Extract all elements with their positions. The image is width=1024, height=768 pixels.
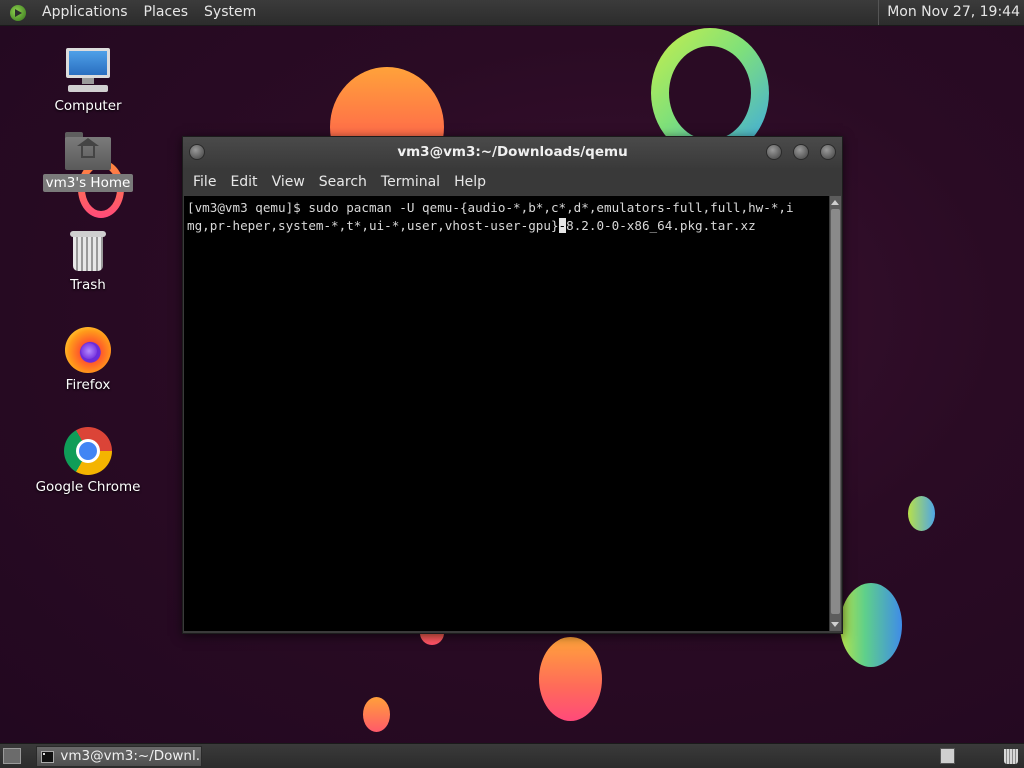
desktop-icon-label: Firefox (65, 377, 111, 393)
home-folder-icon (65, 130, 111, 170)
decor-big-blue-blob (840, 583, 902, 667)
decor-orange-bottom-blob (539, 637, 602, 721)
desktop-icon-trash[interactable]: Trash (33, 229, 143, 293)
terminal-menubar: File Edit View Search Terminal Help (183, 168, 842, 195)
scroll-up-icon[interactable] (831, 198, 840, 207)
menu-edit[interactable]: Edit (224, 174, 263, 190)
terminal-command-text: mg,pr-heper,system-*,t*,ui-*,user,vhost-… (187, 218, 559, 233)
terminal-scrollbar[interactable] (830, 196, 841, 631)
top-panel: Applications Places System Mon Nov 27, 1… (0, 0, 1024, 26)
trash-applet-icon[interactable] (1004, 749, 1018, 764)
text-cursor: - (558, 218, 567, 233)
desktop-icon-firefox[interactable]: Firefox (33, 327, 143, 393)
decor-orange-small-blob (363, 697, 390, 732)
menu-view[interactable]: View (266, 174, 311, 190)
menu-places[interactable]: Places (136, 0, 197, 25)
clock[interactable]: Mon Nov 27, 19:44 (878, 0, 1020, 25)
menu-terminal[interactable]: Terminal (375, 174, 446, 190)
terminal-titlebar[interactable]: vm3@vm3:~/Downloads/qemu (183, 137, 842, 168)
desktop-icon-label: Trash (70, 277, 106, 293)
window-menu-button[interactable] (189, 144, 205, 160)
trash-icon (69, 229, 107, 273)
show-desktop-icon[interactable] (3, 748, 21, 764)
desktop-icon-label: vm3's Home (42, 174, 134, 192)
menu-file[interactable]: File (187, 174, 222, 190)
menu-system[interactable]: System (196, 0, 264, 25)
terminal-line: mg,pr-heper,system-*,t*,ui-*,user,vhost-… (187, 217, 826, 235)
applications-menu-icon[interactable] (10, 4, 26, 21)
desktop-icon-label: Google Chrome (35, 479, 141, 495)
terminal-command-tail: 8.2.0-0-x86_64.pkg.tar.xz (566, 218, 756, 233)
bottom-panel: vm3@vm3:~/Downl... (0, 743, 1024, 768)
workspace-switcher[interactable] (940, 748, 955, 764)
taskbar-item-label: vm3@vm3:~/Downl... (60, 748, 201, 764)
terminal-icon (41, 750, 55, 763)
window-title: vm3@vm3:~/Downloads/qemu (397, 144, 628, 160)
scrollbar-thumb[interactable] (831, 209, 840, 614)
terminal-output[interactable]: [vm3@vm3 qemu]$ sudo pacman -U qemu-{aud… (184, 196, 829, 631)
menu-applications[interactable]: Applications (34, 0, 136, 25)
desktop-icon-label: Computer (54, 98, 122, 114)
decor-small-blue-blob (908, 496, 935, 531)
menu-search[interactable]: Search (313, 174, 373, 190)
menu-help[interactable]: Help (448, 174, 492, 190)
firefox-icon (65, 327, 111, 373)
window-close-button[interactable] (820, 144, 836, 160)
desktop-icon-home[interactable]: vm3's Home (33, 130, 143, 192)
terminal-window[interactable]: vm3@vm3:~/Downloads/qemu File Edit View … (182, 136, 843, 634)
window-minimize-button[interactable] (793, 144, 809, 160)
scroll-down-icon[interactable] (831, 620, 840, 629)
taskbar-item-terminal[interactable]: vm3@vm3:~/Downl... (36, 746, 202, 767)
desktop-icon-chrome[interactable]: Google Chrome (33, 427, 143, 495)
computer-icon (64, 46, 112, 94)
desktop-icon-computer[interactable]: Computer (33, 46, 143, 114)
window-shade-button[interactable] (766, 144, 782, 160)
terminal-line: [vm3@vm3 qemu]$ sudo pacman -U qemu-{aud… (187, 200, 794, 215)
chrome-icon (64, 427, 112, 475)
